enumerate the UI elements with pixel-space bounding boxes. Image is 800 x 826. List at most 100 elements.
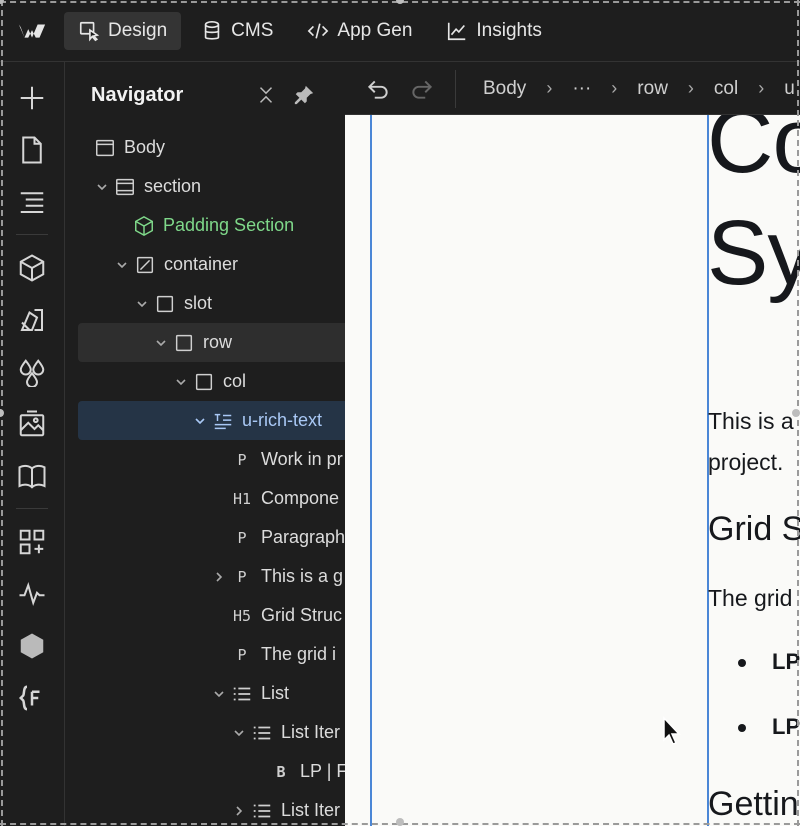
- code-braces-icon[interactable]: [14, 680, 50, 716]
- tab-design-label: Design: [108, 19, 168, 41]
- resize-handle[interactable]: [396, 818, 404, 826]
- breadcrumb-item[interactable]: u: [784, 78, 795, 100]
- heading1-icon: H1: [232, 489, 252, 508]
- tree-row-slot[interactable]: slot: [78, 284, 345, 323]
- chevron-down-icon[interactable]: [211, 686, 227, 702]
- tab-cms[interactable]: CMS: [187, 12, 287, 50]
- box-icon: [154, 293, 176, 315]
- tree-row-paragraph[interactable]: P Paragraph: [78, 518, 345, 557]
- tree-row-container[interactable]: container: [78, 245, 345, 284]
- list-bullet: [738, 724, 746, 732]
- chevron-down-icon[interactable]: [192, 413, 208, 429]
- tab-insights[interactable]: Insights: [432, 12, 555, 50]
- variables-icon[interactable]: [14, 354, 50, 390]
- section-icon: [114, 176, 136, 198]
- pages-icon[interactable]: [14, 132, 50, 168]
- paragraph-icon: P: [237, 450, 247, 469]
- paragraph-icon: P: [237, 528, 247, 547]
- tree-row-list[interactable]: List: [78, 674, 345, 713]
- apps-icon[interactable]: [14, 524, 50, 560]
- cms-book-icon[interactable]: [14, 458, 50, 494]
- list-bullet: [738, 659, 746, 667]
- resize-handle[interactable]: [792, 409, 800, 417]
- activity-icon[interactable]: [14, 576, 50, 612]
- top-bar: Design CMS App Gen Insights: [0, 0, 800, 62]
- tree-row-bold[interactable]: B LP | F: [78, 752, 345, 791]
- tree-row-padding-section[interactable]: Padding Section: [78, 206, 345, 245]
- tree-row-paragraph[interactable]: P This is a g: [78, 557, 345, 596]
- canvas-paragraph-line1[interactable]: This is a: [708, 408, 794, 435]
- add-icon[interactable]: [14, 80, 50, 116]
- canvas-list-item[interactable]: LP: [772, 649, 800, 675]
- navigator-icon[interactable]: [14, 184, 50, 220]
- chevron-down-icon[interactable]: [173, 374, 189, 390]
- canvas-grid-heading[interactable]: Grid S: [708, 510, 800, 549]
- chevron-down-icon[interactable]: [114, 257, 130, 273]
- webflow-logo-icon[interactable]: [0, 0, 64, 62]
- chevron-down-icon[interactable]: [153, 335, 169, 351]
- mouse-cursor-icon: [663, 716, 681, 745]
- tree-row-list-item[interactable]: List Iter: [78, 713, 345, 752]
- chevron-down-icon[interactable]: [134, 296, 150, 312]
- tree-row-list-item[interactable]: List Iter: [78, 791, 345, 826]
- database-icon: [204, 20, 220, 40]
- bold-icon: B: [276, 762, 286, 781]
- code-icon: [308, 22, 329, 39]
- tree-row-paragraph[interactable]: P The grid i: [78, 635, 345, 674]
- container-icon: [134, 254, 156, 276]
- tree-row-body[interactable]: Body: [78, 128, 345, 167]
- chevron-down-icon[interactable]: [94, 179, 110, 195]
- tree-row-heading1[interactable]: H1 Compone: [78, 479, 345, 518]
- breadcrumb-item[interactable]: Body: [483, 78, 526, 100]
- component-icon: [133, 215, 155, 237]
- body-icon: [94, 137, 116, 159]
- canvas-list-item[interactable]: LP: [772, 714, 800, 740]
- rich-text-icon: [212, 410, 234, 432]
- navigator-title: Navigator: [91, 84, 184, 106]
- paragraph-icon: P: [237, 645, 247, 664]
- chevron-down-icon[interactable]: [231, 725, 247, 741]
- tree-row-col[interactable]: col: [78, 362, 345, 401]
- style-selector-icon[interactable]: [14, 302, 50, 338]
- canvas-heading-line1[interactable]: Co: [707, 115, 800, 187]
- redo-icon[interactable]: [409, 76, 435, 102]
- box-icon: [193, 371, 215, 393]
- navigator-panel: Navigator Body section Padding Section c…: [65, 62, 345, 826]
- chevron-right-icon[interactable]: [211, 569, 227, 585]
- components-icon[interactable]: [14, 250, 50, 286]
- box-icon[interactable]: [14, 628, 50, 664]
- tree-row-heading5[interactable]: H5 Grid Struc: [78, 596, 345, 635]
- tab-cms-label: CMS: [231, 19, 274, 41]
- left-toolbar: [0, 62, 65, 826]
- tab-app-gen[interactable]: App Gen: [293, 12, 426, 50]
- tree-row-section[interactable]: section: [78, 167, 345, 206]
- tree-row-u-rich-text[interactable]: u-rich-text: [78, 401, 345, 440]
- box-icon: [173, 332, 195, 354]
- chevron-right-icon[interactable]: [231, 803, 247, 819]
- tab-insights-label: Insights: [476, 19, 542, 41]
- chart-icon: [448, 22, 466, 40]
- breadcrumb: Body › ··· › row › col › u: [483, 77, 795, 100]
- pin-icon[interactable]: [293, 84, 315, 106]
- list-icon: [231, 683, 253, 705]
- design-cursor-icon: [79, 21, 100, 42]
- navigator-header: Navigator: [65, 62, 345, 128]
- breadcrumb-item[interactable]: col: [714, 78, 738, 100]
- tab-app-gen-label: App Gen: [337, 19, 413, 41]
- collapse-all-icon[interactable]: [255, 84, 277, 106]
- tree-row-row[interactable]: row: [78, 323, 345, 362]
- undo-icon[interactable]: [365, 76, 391, 102]
- canvas-paragraph-line2[interactable]: project.: [708, 449, 783, 476]
- design-canvas[interactable]: Co Sy This is a project. Grid S The grid…: [345, 115, 800, 826]
- canvas-getting-heading[interactable]: Gettin: [708, 785, 799, 824]
- assets-icon[interactable]: [14, 406, 50, 442]
- tree-row-paragraph[interactable]: P Work in pr: [78, 440, 345, 479]
- list-icon: [251, 722, 273, 744]
- canvas-grid-paragraph[interactable]: The grid: [708, 585, 792, 612]
- tab-design[interactable]: Design: [64, 11, 182, 50]
- paragraph-icon: P: [237, 567, 247, 586]
- breadcrumb-item[interactable]: row: [637, 78, 668, 100]
- breadcrumb-item[interactable]: ···: [572, 78, 591, 100]
- column-guide-left: [370, 115, 372, 826]
- canvas-heading-line2[interactable]: Sy: [707, 207, 800, 299]
